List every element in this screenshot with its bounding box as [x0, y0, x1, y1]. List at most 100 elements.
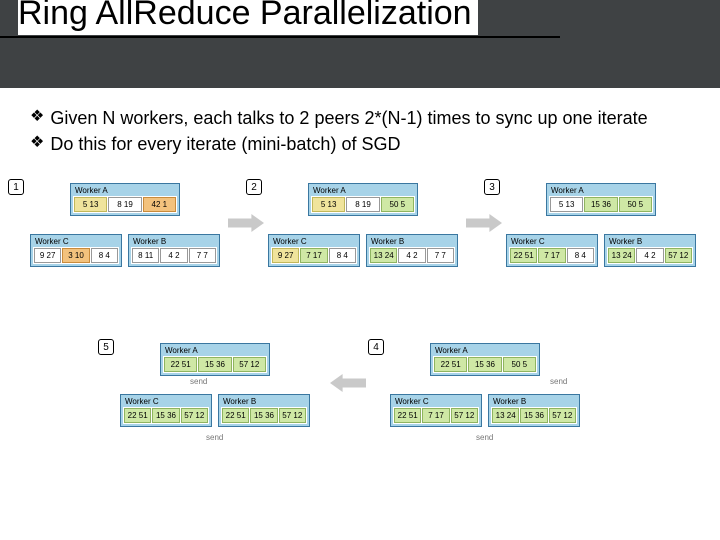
worker-label: Worker C — [123, 397, 209, 407]
worker-label: Worker C — [393, 397, 479, 407]
cell: 22 51 — [164, 357, 197, 372]
worker-label: Worker C — [33, 237, 119, 247]
arrow-right-icon — [466, 213, 502, 233]
worker-c: Worker C 22 51 7 17 8 4 — [506, 234, 598, 267]
cell: 8 19 — [108, 197, 141, 212]
cell: 7 17 — [422, 408, 449, 423]
cell: 8 4 — [91, 248, 118, 263]
cell: 8 4 — [567, 248, 594, 263]
ring-allreduce-diagram: 1 Worker A 5 13 8 19 42 1 Worker C 9 27 … — [10, 173, 710, 513]
cell: 22 51 — [434, 357, 467, 372]
cell: 7 7 — [189, 248, 216, 263]
worker-label: Worker B — [221, 397, 307, 407]
cell: 4 2 — [398, 248, 425, 263]
worker-a: Worker A 22 51 15 36 50 5 — [430, 343, 540, 376]
cell: 4 2 — [636, 248, 663, 263]
cell: 3 10 — [62, 248, 89, 263]
cell: 50 5 — [381, 197, 414, 212]
bullet-item: ❖ Do this for every iterate (mini-batch)… — [30, 132, 696, 156]
step-badge: 1 — [8, 179, 24, 195]
step-badge: 3 — [484, 179, 500, 195]
send-label: send — [476, 433, 493, 442]
stage-5: 5 Worker A 22 51 15 36 57 12 send Worker… — [120, 343, 310, 431]
bullet-icon: ❖ — [30, 132, 44, 156]
cell: 8 4 — [329, 248, 356, 263]
step-badge: 2 — [246, 179, 262, 195]
stage-2: 2 Worker A 5 13 8 19 50 5 Worker C 9 27 … — [268, 183, 458, 271]
cell: 15 36 — [584, 197, 617, 212]
worker-label: Worker A — [549, 186, 653, 196]
cell: 22 51 — [222, 408, 249, 423]
cell: 22 51 — [394, 408, 421, 423]
cell: 4 2 — [160, 248, 187, 263]
cell: 13 24 — [492, 408, 519, 423]
cell: 13 24 — [370, 248, 397, 263]
worker-c: Worker C 22 51 7 17 57 12 — [390, 394, 482, 427]
worker-label: Worker A — [311, 186, 415, 196]
worker-b: Worker B 13 24 4 2 57 12 — [604, 234, 696, 267]
worker-label: Worker A — [73, 186, 177, 196]
bullet-list: ❖ Given N workers, each talks to 2 peers… — [0, 88, 720, 167]
cell: 9 27 — [272, 248, 299, 263]
arrow-left-icon — [330, 373, 366, 393]
cell: 15 36 — [250, 408, 277, 423]
cell: 50 5 — [619, 197, 652, 212]
bullet-icon: ❖ — [30, 106, 44, 130]
worker-label: Worker B — [491, 397, 577, 407]
cell: 15 36 — [152, 408, 179, 423]
worker-label: Worker C — [509, 237, 595, 247]
bullet-text: Do this for every iterate (mini-batch) o… — [50, 132, 400, 156]
worker-c: Worker C 22 51 15 36 57 12 — [120, 394, 212, 427]
worker-a: Worker A 5 13 8 19 42 1 — [70, 183, 180, 216]
worker-a: Worker A 5 13 15 36 50 5 — [546, 183, 656, 216]
cell: 57 12 — [279, 408, 306, 423]
cell: 7 7 — [427, 248, 454, 263]
cell: 57 12 — [665, 248, 692, 263]
cell: 5 13 — [312, 197, 345, 212]
cell: 57 12 — [181, 408, 208, 423]
cell: 42 1 — [143, 197, 176, 212]
cell: 15 36 — [468, 357, 501, 372]
worker-label: Worker B — [131, 237, 217, 247]
cell: 5 13 — [74, 197, 107, 212]
cell: 8 11 — [132, 248, 159, 263]
worker-label: Worker A — [433, 346, 537, 356]
cell: 57 12 — [549, 408, 576, 423]
cell: 57 12 — [233, 357, 266, 372]
title-underline — [0, 36, 720, 38]
worker-label: Worker B — [369, 237, 455, 247]
worker-c: Worker C 9 27 3 10 8 4 — [30, 234, 122, 267]
worker-a: Worker A 22 51 15 36 57 12 — [160, 343, 270, 376]
bullet-item: ❖ Given N workers, each talks to 2 peers… — [30, 106, 696, 130]
worker-a: Worker A 5 13 8 19 50 5 — [308, 183, 418, 216]
stage-4: 4 Worker A 22 51 15 36 50 5 send Worker … — [390, 343, 580, 431]
send-label: send — [206, 433, 223, 442]
step-badge: 5 — [98, 339, 114, 355]
cell: 50 5 — [503, 357, 536, 372]
cell: 57 12 — [451, 408, 478, 423]
cell: 22 51 — [124, 408, 151, 423]
cell: 7 17 — [538, 248, 565, 263]
stage-3: 3 Worker A 5 13 15 36 50 5 Worker C 22 5… — [506, 183, 696, 271]
worker-b: Worker B 13 24 4 2 7 7 — [366, 234, 458, 267]
worker-b: Worker B 13 24 15 36 57 12 — [488, 394, 580, 427]
cell: 5 13 — [550, 197, 583, 212]
cell: 7 17 — [300, 248, 327, 263]
step-badge: 4 — [368, 339, 384, 355]
worker-c: Worker C 9 27 7 17 8 4 — [268, 234, 360, 267]
cell: 15 36 — [198, 357, 231, 372]
worker-label: Worker B — [607, 237, 693, 247]
send-label: send — [190, 377, 207, 386]
bullet-text: Given N workers, each talks to 2 peers 2… — [50, 106, 647, 130]
worker-b: Worker B 22 51 15 36 57 12 — [218, 394, 310, 427]
worker-b: Worker B 8 11 4 2 7 7 — [128, 234, 220, 267]
slide-title: Ring AllReduce Parallelization — [18, 0, 478, 35]
send-label: send — [550, 377, 567, 386]
cell: 9 27 — [34, 248, 61, 263]
cell: 8 19 — [346, 197, 379, 212]
cell: 15 36 — [520, 408, 547, 423]
worker-label: Worker A — [163, 346, 267, 356]
arrow-right-icon — [228, 213, 264, 233]
cell: 22 51 — [510, 248, 537, 263]
title-band: Ring AllReduce Parallelization — [0, 0, 720, 88]
